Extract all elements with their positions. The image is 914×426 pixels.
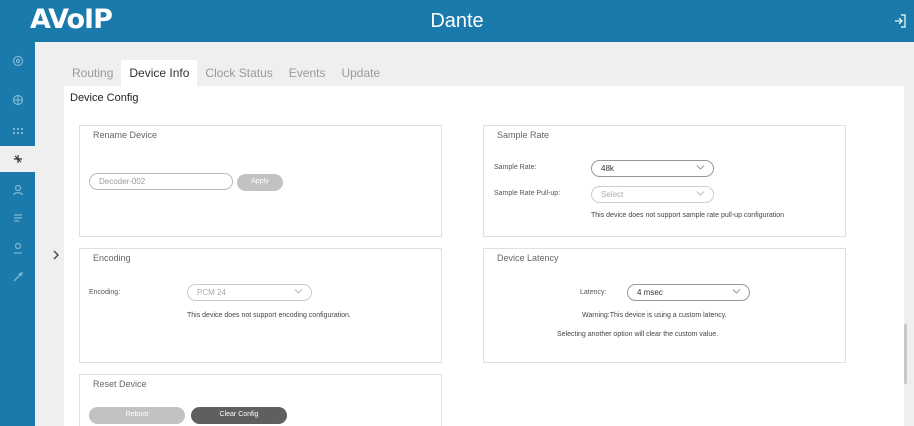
settings-icon[interactable]: [0, 205, 35, 231]
reset-device-card: Reset Device Reboot Clear Config: [79, 374, 442, 426]
matrix-icon[interactable]: [0, 118, 35, 144]
clear-config-button[interactable]: Clear Config: [191, 407, 287, 424]
user-icon[interactable]: [0, 177, 35, 203]
reset-device-title: Reset Device: [93, 379, 147, 389]
sample-rate-note: This device does not support sample rate…: [591, 212, 784, 219]
device-config-panel: Device Config Rename Device Decoder-002 …: [64, 86, 907, 426]
chevron-down-icon: [696, 191, 705, 196]
sample-rate-pullup-value: Select: [601, 190, 624, 199]
status-icon[interactable]: [0, 48, 35, 74]
latency-select[interactable]: 4 msec: [627, 284, 750, 301]
page-title: Device Config: [70, 92, 139, 104]
encoding-value: PCM 24: [197, 288, 226, 297]
sample-rate-select[interactable]: 48k: [591, 160, 714, 177]
top-bar: AVoIP Dante: [0, 0, 914, 42]
device-latency-card: Device Latency Latency: 4 msec Warning:T…: [483, 248, 846, 363]
tab-update[interactable]: Update: [333, 60, 388, 86]
sidebar: [0, 42, 35, 426]
latency-label: Latency:: [580, 289, 607, 296]
tab-clock-status[interactable]: Clock Status: [197, 60, 280, 86]
apply-button[interactable]: Apply: [237, 174, 283, 191]
encoding-card: Encoding Encoding: PCM 24 This device do…: [79, 248, 442, 363]
rename-device-card: Rename Device Decoder-002 Apply: [79, 125, 442, 237]
sample-rate-title: Sample Rate: [497, 130, 550, 140]
encoding-select[interactable]: PCM 24: [187, 284, 312, 301]
chevron-right-icon[interactable]: [50, 248, 62, 262]
tab-events[interactable]: Events: [281, 60, 334, 86]
sample-rate-value: 48k: [601, 164, 614, 173]
latency-value: 4 msec: [637, 288, 663, 297]
tab-bar: Routing Device Info Clock Status Events …: [64, 60, 388, 86]
tab-device-info[interactable]: Device Info: [121, 60, 198, 86]
encoding-title: Encoding: [93, 253, 131, 263]
profile-icon[interactable]: [0, 235, 35, 261]
scrollbar[interactable]: [904, 324, 907, 384]
sample-rate-pullup-label: Sample Rate Pull-up:: [494, 190, 561, 197]
tab-routing[interactable]: Routing: [64, 60, 121, 86]
network-icon[interactable]: [0, 87, 35, 113]
dante-icon[interactable]: [0, 146, 35, 172]
rename-device-title: Rename Device: [93, 130, 158, 140]
device-latency-title: Device Latency: [497, 253, 559, 263]
sample-rate-label: Sample Rate:: [494, 164, 537, 171]
logout-icon[interactable]: [894, 14, 906, 28]
tools-icon[interactable]: [0, 264, 35, 290]
chevron-down-icon: [732, 289, 741, 294]
device-name-input[interactable]: Decoder-002: [89, 173, 233, 190]
encoding-note: This device does not support encoding co…: [187, 312, 351, 319]
reboot-button[interactable]: Reboot: [89, 407, 185, 424]
sample-rate-card: Sample Rate Sample Rate: 48k Sample Rate…: [483, 125, 846, 237]
latency-note: Selecting another option will clear the …: [557, 331, 719, 338]
chevron-down-icon: [696, 165, 705, 170]
app-title: Dante: [430, 10, 484, 32]
encoding-label: Encoding:: [89, 289, 121, 296]
latency-warning: Warning:This device is using a custom la…: [582, 312, 727, 319]
sample-rate-pullup-select[interactable]: Select: [591, 186, 714, 203]
chevron-down-icon: [294, 289, 303, 294]
